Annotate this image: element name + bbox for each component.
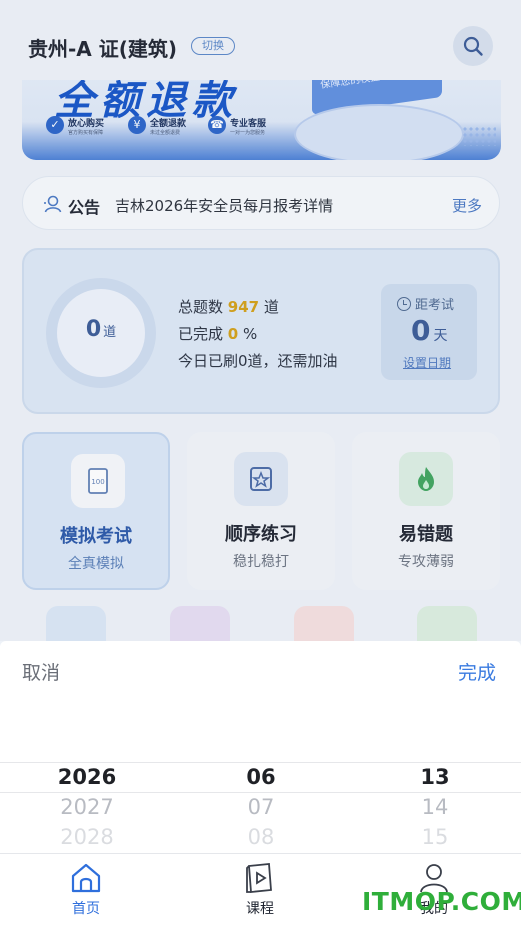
nav-label: 首页 <box>72 901 100 917</box>
modal-overlay[interactable] <box>0 0 521 641</box>
home-icon <box>71 863 101 893</box>
year-option[interactable]: 2027 <box>27 795 147 819</box>
day-option[interactable]: 14 <box>375 795 495 819</box>
month-option[interactable]: 08 <box>201 825 321 849</box>
day-wheel[interactable]: 13 14 15 <box>375 641 495 853</box>
day-option[interactable]: 15 <box>375 825 495 849</box>
year-option[interactable]: 2026 <box>27 765 147 789</box>
site-watermark: ITMOP.COM <box>362 887 521 916</box>
nav-home[interactable]: 首页 <box>46 862 126 918</box>
month-option[interactable]: 07 <box>201 795 321 819</box>
play-book-icon <box>246 863 272 893</box>
day-option[interactable]: 13 <box>375 765 495 789</box>
month-wheel[interactable]: 06 07 08 <box>201 641 321 853</box>
year-option[interactable]: 2028 <box>27 825 147 849</box>
nav-courses[interactable]: 课程 <box>220 862 300 918</box>
year-wheel[interactable]: 2026 2027 2028 <box>27 641 147 853</box>
month-option[interactable]: 06 <box>201 765 321 789</box>
date-picker-sheet: 取消 完成 2026 2027 2028 06 07 08 13 14 15 <box>0 641 521 853</box>
nav-label: 课程 <box>246 901 274 917</box>
